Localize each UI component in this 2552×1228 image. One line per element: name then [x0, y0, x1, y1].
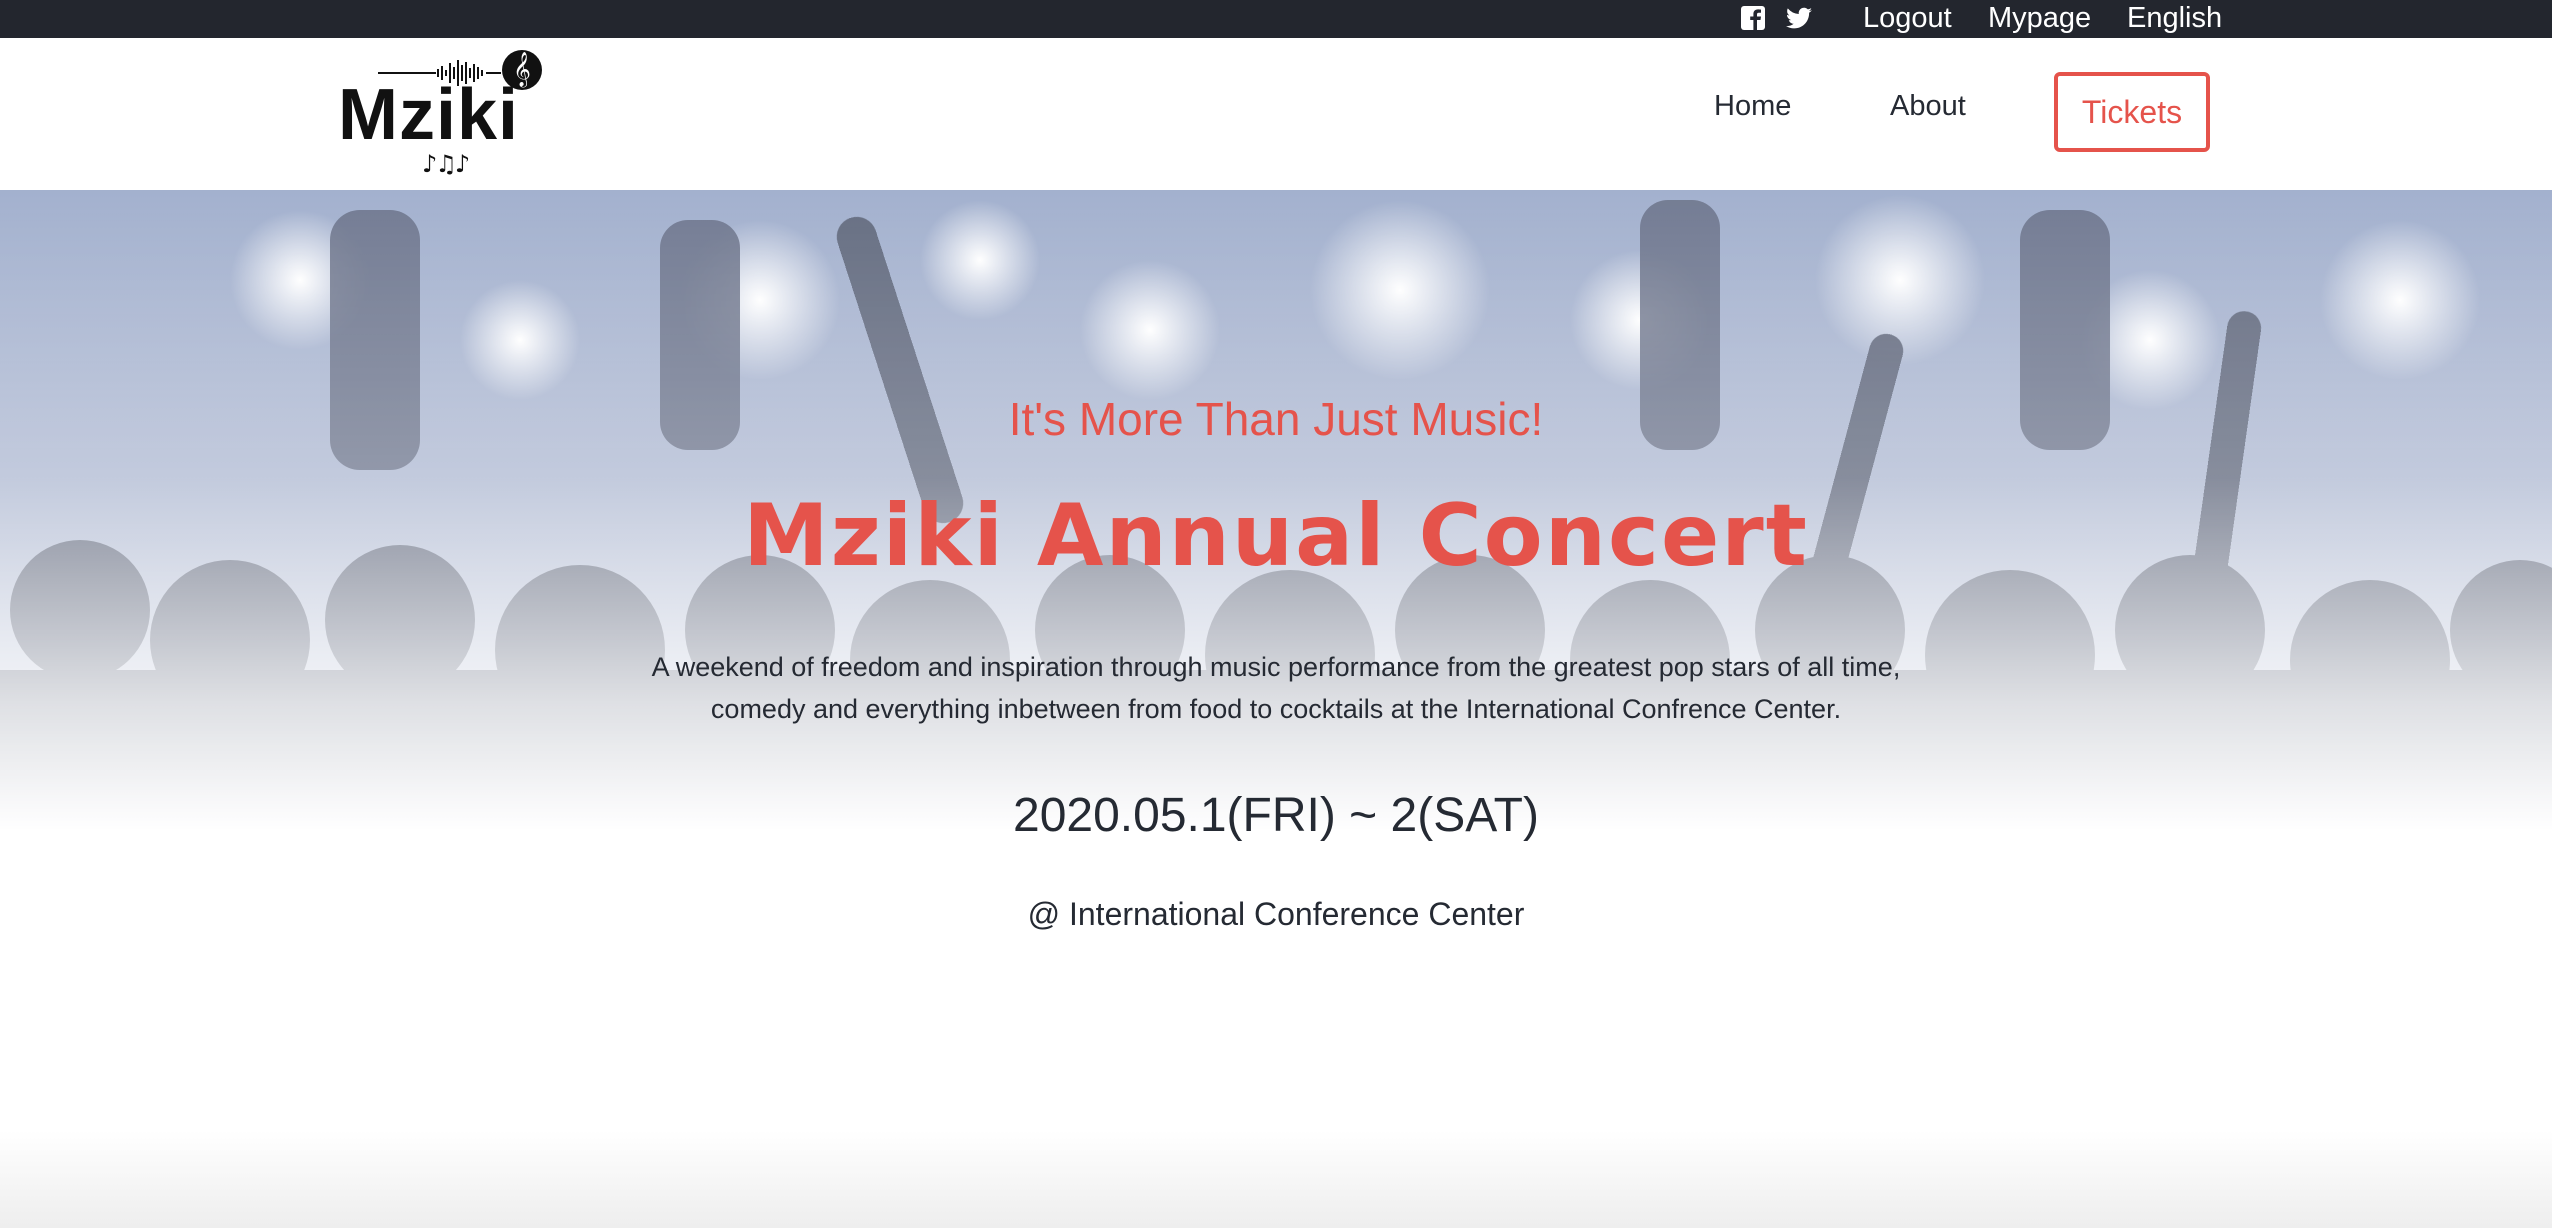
- mypage-link[interactable]: Mypage: [1988, 0, 2091, 38]
- hero-description: A weekend of freedom and inspiration thr…: [651, 652, 1901, 724]
- language-selector[interactable]: English: [2127, 0, 2222, 38]
- top-utility-bar: Logout Mypage English: [0, 0, 2552, 38]
- nav-about[interactable]: About: [1890, 90, 1966, 123]
- hero-tagline: It's More Than Just Music!: [1008, 393, 1544, 445]
- event-date: 2020.05.1(FRI) ~ 2(SAT): [1013, 789, 1539, 842]
- hero-section: It's More Than Just Music! Mziki Annual …: [0, 190, 2552, 1228]
- hero-title: Mziki Annual Concert: [743, 486, 1809, 586]
- section-divider-shade: [0, 1130, 2552, 1228]
- music-notes-icon: ♪♫♪: [422, 150, 470, 178]
- tickets-button[interactable]: Tickets: [2054, 72, 2210, 152]
- twitter-icon[interactable]: [1784, 4, 1814, 32]
- nav-home[interactable]: Home: [1714, 90, 1791, 123]
- site-header: 𝄞 Mziki ♪♫♪ Home About Tickets: [0, 38, 2552, 190]
- facebook-icon[interactable]: [1740, 4, 1766, 32]
- logout-link[interactable]: Logout: [1863, 0, 1952, 38]
- event-venue: @ International Conference Center: [1027, 896, 1525, 932]
- logo-wordmark: Mziki: [338, 75, 520, 155]
- site-logo[interactable]: 𝄞 Mziki ♪♫♪: [336, 50, 544, 180]
